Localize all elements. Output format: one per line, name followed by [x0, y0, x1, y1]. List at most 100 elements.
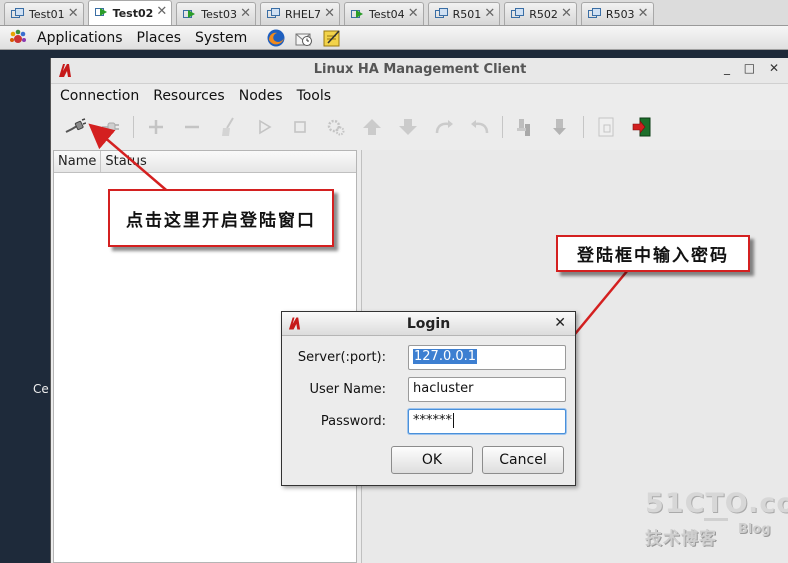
stop-button[interactable] — [282, 113, 318, 141]
vm-tab-test02[interactable]: Test02 ✕ — [87, 0, 173, 25]
vm-icon — [11, 8, 24, 18]
vm-tab-label: Test03 — [201, 7, 237, 21]
vm-tab-label: Test01 — [29, 7, 65, 21]
places-menu[interactable]: Places — [130, 30, 189, 46]
vm-running-icon — [94, 8, 107, 16]
disconnect-button[interactable] — [93, 113, 129, 141]
connect-icon — [65, 118, 86, 133]
close-icon[interactable]: ✕ — [324, 6, 335, 21]
user-label: User Name: — [309, 382, 387, 397]
toolbar-separator — [583, 116, 584, 138]
unmigrate-button[interactable] — [462, 113, 498, 141]
connect-button[interactable] — [57, 113, 93, 141]
vm-tab-test03[interactable]: Test03 ✕ — [176, 2, 256, 25]
close-icon[interactable]: ✕ — [240, 6, 251, 21]
stop-icon — [294, 121, 306, 133]
server-input[interactable]: 127.0.0.1 — [408, 345, 566, 370]
migrate-button[interactable] — [426, 113, 462, 141]
login-hint-note: 点击这里开启登陆窗口 — [108, 189, 334, 247]
mail-clock-icon[interactable] — [294, 28, 314, 48]
window-titlebar: Linux HA Management Client _ □ ✕ — [51, 58, 788, 84]
tree-column-header: Name Status — [54, 151, 356, 173]
close-icon[interactable]: ✕ — [638, 6, 649, 21]
vm-icon — [511, 8, 525, 18]
menu-connection[interactable]: Connection — [51, 88, 146, 104]
menu-tools[interactable]: Tools — [290, 88, 339, 104]
add-button[interactable] — [138, 113, 174, 141]
move-down-button[interactable] — [390, 113, 426, 141]
vm-tab-label: R503 — [605, 7, 635, 21]
vm-tab-label: R501 — [452, 7, 482, 21]
vm-tab-test01[interactable]: Test01 ✕ — [4, 2, 84, 25]
migrate-icon — [435, 120, 453, 134]
vm-tab-r502[interactable]: R502 ✕ — [504, 2, 577, 25]
username-input[interactable]: hacluster — [408, 377, 566, 402]
online-button[interactable] — [543, 113, 579, 141]
close-icon[interactable]: ✕ — [554, 315, 566, 331]
cancel-button[interactable]: Cancel — [482, 446, 564, 474]
log-button[interactable] — [588, 113, 624, 141]
remove-icon — [185, 125, 199, 129]
server-value: 127.0.0.1 — [413, 349, 478, 364]
note-edit-icon[interactable] — [322, 28, 342, 48]
window-title: Linux HA Management Client — [313, 62, 527, 77]
watermark-sub: 技术博客 — [645, 529, 717, 549]
gnome-foot-icon[interactable] — [8, 28, 28, 48]
start-icon — [259, 119, 272, 135]
move-up-icon — [363, 119, 381, 135]
minimize-icon[interactable]: _ — [724, 61, 730, 75]
move-up-button[interactable] — [354, 113, 390, 141]
close-icon[interactable]: ✕ — [156, 4, 167, 19]
watermark-dash — [704, 518, 728, 521]
password-hint-note: 登陆框中输入密码 — [556, 235, 750, 272]
vm-tab-label: Test02 — [112, 6, 154, 20]
watermark-blog: Blog — [738, 522, 771, 537]
close-icon[interactable]: ✕ — [484, 6, 495, 21]
toolbar-separator — [502, 116, 503, 138]
login-dialog-title: Login — [406, 316, 451, 332]
login-dialog: Login ✕ Server(:port): 127.0.0.1 User Na… — [281, 311, 576, 486]
vm-tab-r501[interactable]: R501 ✕ — [427, 2, 501, 25]
password-label: Password: — [320, 414, 386, 429]
password-input[interactable]: ****** — [408, 409, 566, 434]
settings-button[interactable] — [318, 113, 354, 141]
username-value: hacluster — [413, 381, 474, 396]
close-icon[interactable]: ✕ — [68, 6, 79, 21]
vm-tab-r503[interactable]: R503 ✕ — [580, 2, 654, 25]
log-icon — [598, 117, 614, 137]
maximize-icon[interactable]: □ — [744, 61, 755, 75]
vm-icon — [266, 8, 280, 18]
desktop-partial-label: Ce — [33, 382, 49, 396]
exit-icon — [632, 117, 651, 137]
system-menu[interactable]: System — [188, 30, 254, 46]
top-panel: Applications Places System — [0, 26, 788, 50]
close-icon[interactable]: ✕ — [561, 6, 572, 21]
standby-button[interactable] — [507, 113, 543, 141]
vm-icon — [434, 8, 448, 18]
vm-tab-rhel7[interactable]: RHEL7 ✕ — [259, 2, 340, 25]
online-icon — [553, 119, 566, 135]
column-name[interactable]: Name — [54, 151, 102, 172]
disconnect-icon — [102, 122, 119, 132]
remove-button[interactable] — [174, 113, 210, 141]
settings-icon — [327, 119, 345, 136]
watermark-site: 51CTO.com — [645, 488, 788, 519]
cleanup-button[interactable] — [210, 113, 246, 141]
vm-tab-test04[interactable]: Test04 ✕ — [343, 2, 424, 25]
start-button[interactable] — [246, 113, 282, 141]
menu-resources[interactable]: Resources — [146, 88, 232, 104]
password-value: ****** — [413, 413, 452, 428]
column-status[interactable]: Status — [101, 151, 356, 172]
close-icon[interactable]: ✕ — [769, 61, 779, 75]
toolbar — [51, 111, 788, 143]
move-down-icon — [399, 119, 417, 135]
unmigrate-icon — [471, 120, 489, 134]
applications-menu[interactable]: Applications — [30, 30, 130, 46]
exit-button[interactable] — [624, 113, 660, 141]
menu-nodes[interactable]: Nodes — [232, 88, 290, 104]
firefox-icon[interactable] — [266, 28, 286, 48]
close-icon[interactable]: ✕ — [408, 6, 419, 21]
server-label: Server(:port): — [297, 350, 386, 365]
ok-button[interactable]: OK — [391, 446, 473, 474]
vm-tab-label: RHEL7 — [284, 7, 321, 21]
